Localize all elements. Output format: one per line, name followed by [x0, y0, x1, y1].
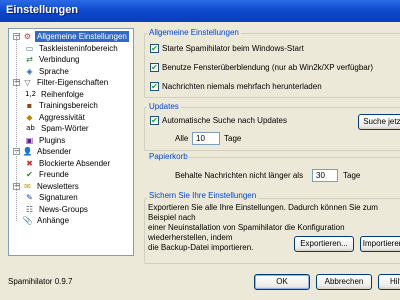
- tree-item-tray[interactable]: ▭ Taskleisteninfobereich: [25, 43, 120, 54]
- tree-item-label: Filter-Eigenschaften: [37, 78, 109, 87]
- start-with-windows-checkbox[interactable]: ✔: [150, 44, 159, 53]
- no-duplicate-download-label: Nachrichten niemals mehrfach herunterlad…: [162, 82, 322, 91]
- trash-title: Papierkorb: [147, 152, 190, 161]
- ok-button[interactable]: OK: [254, 274, 310, 290]
- filter-icon: ▽: [24, 78, 31, 87]
- tree-item-label: Reihenfolge: [41, 89, 84, 99]
- trash-days-input[interactable]: 30: [312, 169, 338, 182]
- version-label: Spamihilator 0.9.7: [8, 277, 73, 286]
- tree-item-label: Plugins: [39, 135, 66, 145]
- start-with-windows-label: Starte Spamihilator beim Windows-Start: [162, 44, 304, 53]
- backup-title: Sichern Sie Ihre Einstellungen: [147, 191, 259, 200]
- tree-item-label: Newsletters: [37, 181, 79, 191]
- update-interval-suffix: Tage: [224, 134, 242, 143]
- import-button[interactable]: Importieren: [360, 236, 400, 252]
- tree-item-aggressivity[interactable]: ◆ Aggressivität: [25, 112, 87, 123]
- no-duplicate-download-checkbox[interactable]: ✔: [150, 82, 159, 91]
- tree-item-label: News-Groups: [39, 204, 88, 214]
- newsletters-icon: ✉: [24, 181, 31, 191]
- friends-icon: ✔: [26, 170, 33, 179]
- tree-item-label: Taskleisteninfobereich: [39, 43, 118, 53]
- update-interval-input[interactable]: 10: [192, 132, 220, 145]
- backup-line-1: Exportieren Sie alle Ihre Einstellungen.…: [148, 203, 378, 222]
- transparency-label: Benutze Fensterüberblendung (nur ab Win2…: [162, 63, 374, 72]
- training-icon: ▪: [26, 101, 33, 110]
- tree-item-label: Spam-Wörter: [41, 124, 89, 133]
- tree-item-signatures[interactable]: ✎ Signaturen: [25, 192, 80, 203]
- window-title: Einstellungen: [6, 4, 79, 16]
- tree-item-label: Absender: [37, 147, 72, 156]
- tray-icon: ▭: [25, 43, 34, 53]
- tree-item-connection[interactable]: ⇄ Verbindung: [25, 54, 81, 65]
- tree-item-training[interactable]: ▪ Trainingsbereich: [25, 100, 100, 111]
- export-button[interactable]: Exportieren...: [294, 236, 354, 252]
- connection-icon: ⇄: [26, 55, 33, 64]
- tree-item-settings[interactable]: − ⚙ Allgemeine Einstellungen: [13, 31, 129, 42]
- tree-item-label: Blockierte Absender: [39, 158, 111, 168]
- cancel-button[interactable]: Abbrechen: [316, 274, 372, 290]
- tree-item-newsletters[interactable]: − ✉ Newsletters: [13, 181, 81, 192]
- trash-keep-label: Behalte Nachrichten nicht länger als: [175, 171, 304, 180]
- tree-item-language[interactable]: ◈ Sprache: [25, 66, 71, 77]
- tree-item-label: Freunde: [39, 170, 69, 179]
- trash-days-suffix: Tage: [343, 171, 361, 180]
- help-button[interactable]: Hilfe: [378, 274, 400, 290]
- tree-item-plugins[interactable]: ▣ Plugins: [25, 135, 67, 146]
- tree-item-label: Aggressivität: [39, 112, 85, 122]
- sender-icon: 👤: [22, 147, 33, 156]
- tree-item-spam-words[interactable]: ab Spam-Wörter: [25, 123, 91, 134]
- tree-item-label: Sprache: [39, 66, 69, 76]
- auto-update-label: Automatische Suche nach Updates: [162, 116, 287, 125]
- tree-item-label: Allgemeine Einstellungen: [35, 31, 129, 42]
- language-icon: ◈: [26, 66, 33, 76]
- updates-title: Updates: [147, 102, 181, 111]
- tree-item-friends[interactable]: ✔ Freunde: [25, 169, 71, 180]
- order-icon: 1,2: [24, 89, 37, 98]
- tree-item-filter[interactable]: − ▽ Filter-Eigenschaften: [13, 77, 110, 88]
- tree-item-label: Trainingsbereich: [39, 101, 98, 110]
- attachments-icon: 📎: [22, 216, 33, 225]
- search-updates-button[interactable]: Suche jetzt: [358, 114, 400, 130]
- tree-item-attachments[interactable]: 📎 Anhänge: [13, 215, 71, 226]
- tree-item-sender[interactable]: − 👤 Absender: [13, 146, 73, 157]
- settings-icon: ⚙: [23, 32, 32, 41]
- newsgroups-icon: ☷: [25, 204, 34, 214]
- tree-item-blocked[interactable]: ✖ Blockierte Absender: [25, 158, 112, 169]
- auto-update-checkbox[interactable]: ✔: [150, 116, 159, 125]
- tree-item-label: Anhänge: [37, 216, 70, 225]
- aggressivity-icon: ◆: [26, 112, 33, 122]
- tree-item-label: Signaturen: [39, 193, 78, 202]
- trash-divider: [186, 157, 400, 158]
- general-settings-title: Allgemeine Einstellungen: [147, 28, 241, 37]
- settings-tree[interactable]: − ⚙ Allgemeine Einstellungen ▭ Taskleistenin…: [8, 28, 134, 256]
- tree-item-label: Verbindung: [39, 55, 80, 64]
- spam-words-icon: ab: [26, 124, 35, 132]
- update-interval-prefix: Alle: [175, 134, 189, 143]
- tree-item-order[interactable]: 1,2 Reihenfolge: [25, 89, 86, 100]
- title-bar[interactable]: Einstellungen: [0, 0, 400, 22]
- transparency-checkbox[interactable]: ✔: [150, 63, 159, 72]
- tree-connector: [16, 37, 17, 221]
- blocked-icon: ✖: [26, 158, 33, 168]
- signatures-icon: ✎: [26, 193, 33, 202]
- tree-item-newsgroups[interactable]: ☷ News-Groups: [25, 204, 90, 215]
- plugins-icon: ▣: [25, 135, 34, 145]
